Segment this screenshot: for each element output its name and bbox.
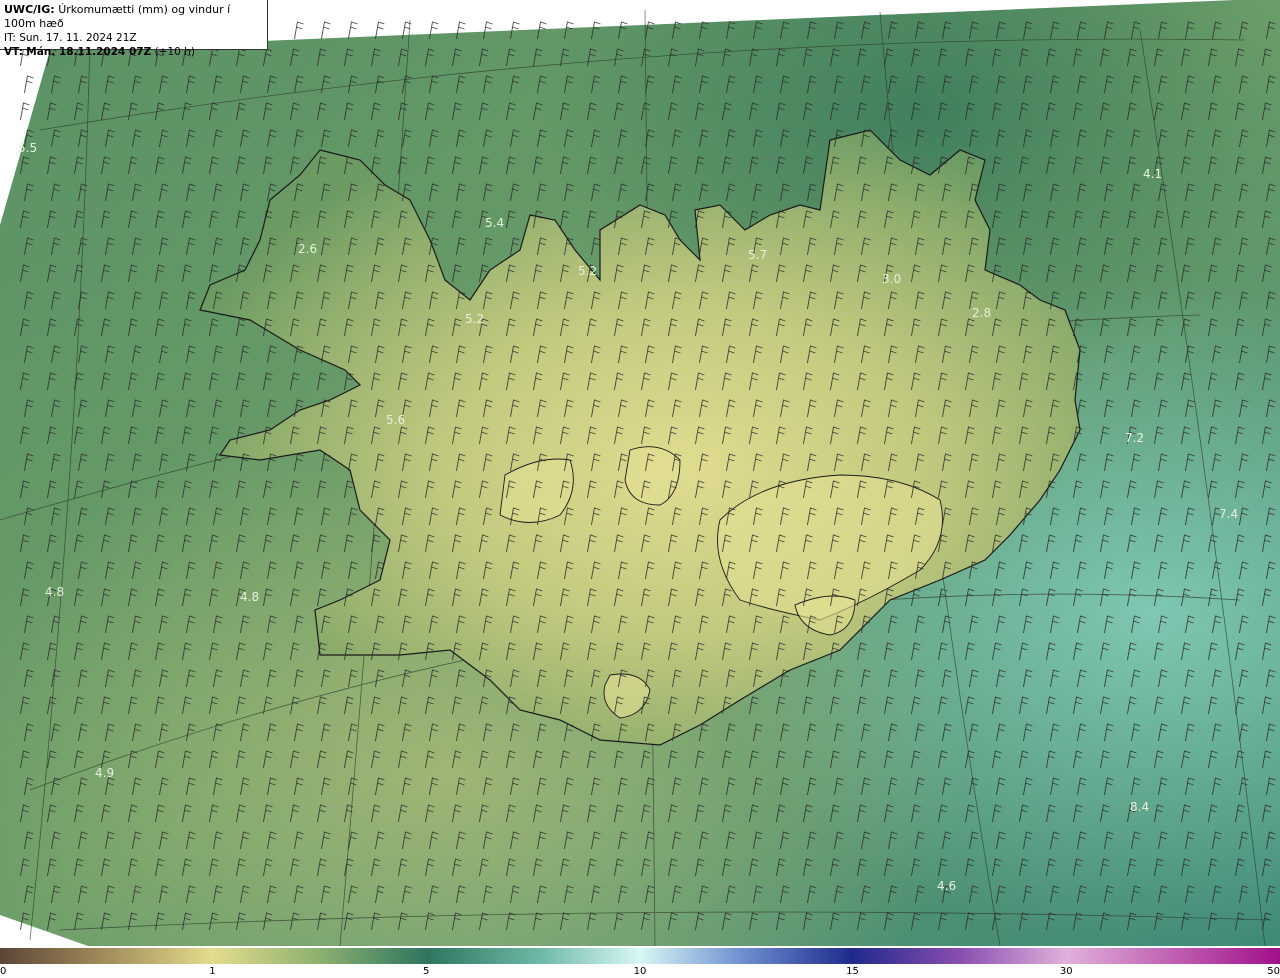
value-label: 4.8 — [45, 585, 64, 599]
map-info-box: UWC/IG: Úrkomumætti (mm) og vindur í 100… — [0, 0, 268, 58]
valid-time-prefix: VT: — [4, 46, 23, 58]
precipitation-map: 5.5 2.6 5.4 5.2 5.7 4.1 3.0 5.2 2.8 5.6 7.2 7.4 4.8 4… — [0, 0, 1280, 947]
value-label: 8.4 — [1130, 800, 1149, 814]
colorbar-tick: 30 — [1059, 966, 1073, 977]
init-time: IT: Sun. 17. 11. 2024 21Z — [4, 32, 137, 44]
colorbar-tick: 0 — [0, 966, 7, 977]
value-label: 4.9 — [95, 766, 114, 780]
value-label: 2.8 — [972, 306, 991, 320]
value-label: 5.7 — [748, 248, 767, 262]
value-label: 3.0 — [882, 272, 901, 286]
lead-time: (+10 h) — [154, 46, 195, 58]
value-label: 5.2 — [465, 312, 484, 326]
colorbar-tick: 1 — [209, 966, 216, 977]
value-label: 4.1 — [1143, 167, 1162, 181]
value-label: 7.4 — [1219, 507, 1238, 521]
value-label: 5.5 — [18, 141, 37, 155]
value-label: 4.6 — [937, 879, 956, 893]
valid-time: Mán. 18.11.2024 07Z — [26, 46, 152, 58]
colorbar: 0 1 5 10 15 30 50 — [0, 946, 1280, 978]
value-label: 7.2 — [1125, 431, 1144, 445]
colorbar-tick: 5 — [423, 966, 430, 977]
model-name: UWC/IG: — [4, 3, 55, 16]
value-label: 5.4 — [485, 216, 504, 230]
value-label: 4.8 — [240, 590, 259, 604]
value-label: 5.6 — [386, 413, 405, 427]
colorbar-tick: 15 — [846, 966, 859, 977]
map-view[interactable]: 5.5 2.6 5.4 5.2 5.7 4.1 3.0 5.2 2.8 5.6 7.2 7.4 4.8 4… — [0, 0, 1280, 947]
value-label: 5.2 — [578, 264, 597, 278]
colorbar-tick: 50 — [1267, 966, 1280, 977]
colorbar-tick: 10 — [633, 966, 647, 977]
colorbar-strip — [0, 948, 1280, 964]
value-label: 2.6 — [298, 242, 317, 256]
